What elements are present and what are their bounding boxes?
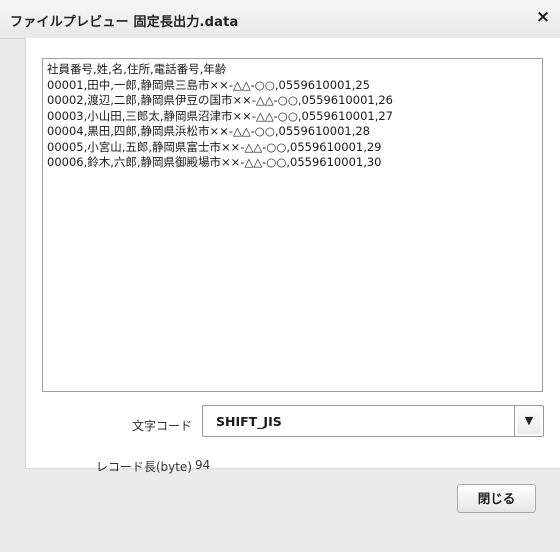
preview-line: 社員番号,姓,名,住所,電話番号,年齢 (47, 62, 227, 76)
preview-line: 00006,鈴木,六郎,静岡県御殿場市××-△△-○○,0559610001,3… (47, 155, 382, 169)
preview-line: 00004,黒田,四郎,静岡県浜松市××-△△-○○,0559610001,28 (47, 124, 370, 138)
select-divider (514, 406, 515, 436)
preview-line: 00003,小山田,三郎太,静岡県沼津市××-△△-○○,0559610001,… (47, 108, 393, 123)
encoding-select[interactable]: SHIFT_JIS ▼ (202, 405, 544, 437)
encoding-selected-value: SHIFT_JIS (216, 414, 282, 429)
dialog-title: ファイルプレビュー 固定長出力.data (10, 15, 239, 30)
close-button[interactable]: 閉じる (457, 484, 536, 513)
preview-line: 00001,田中,一郎,静岡県三島市××-△△-○○,0559610001,25 (47, 77, 370, 92)
preview-line: 00002,渡辺,二郎,静岡県伊豆の国市××-△△-○○,0559610001,… (47, 93, 393, 107)
dialog-footer: 閉じる (0, 474, 560, 552)
file-preview-text[interactable]: 社員番号,姓,名,住所,電話番号,年齢 00001,田中,一郎,静岡県三島市××… (42, 58, 543, 392)
dialog-titlebar: ファイルプレビュー 固定長出力.data × (0, 0, 560, 39)
encoding-label: 文字コード (131, 419, 192, 433)
close-icon[interactable]: × (534, 8, 552, 26)
file-preview-dialog: ファイルプレビュー 固定長出力.data × 社員番号,姓,名,住所,電話番号,… (0, 0, 560, 552)
record-length-value: 94 (195, 458, 211, 472)
preview-line: 00005,小宮山,五郎,静岡県富士市××-△△-○○,0559610001,2… (47, 139, 382, 154)
preview-panel: 社員番号,姓,名,住所,電話番号,年齢 00001,田中,一郎,静岡県三島市××… (25, 38, 560, 474)
record-length-label: レコード長(byte) (95, 460, 192, 474)
chevron-down-icon[interactable]: ▼ (517, 408, 541, 434)
